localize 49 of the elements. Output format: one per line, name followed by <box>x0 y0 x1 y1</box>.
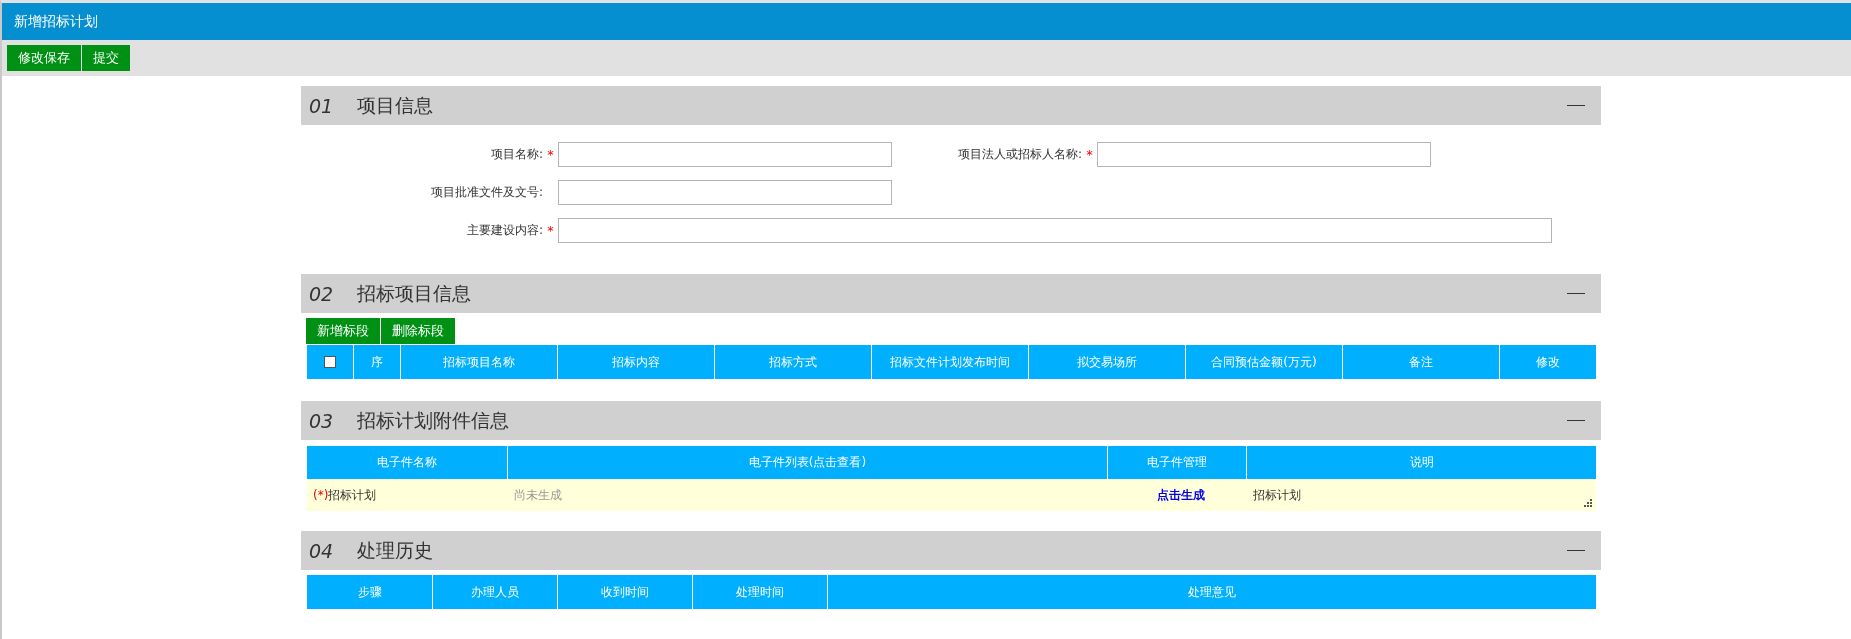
input-field[interactable] <box>558 141 892 167</box>
toolbar-button[interactable]: 删除标段 <box>381 318 455 344</box>
column-header: 招标内容 <box>558 345 715 379</box>
section-title: 项目信息 <box>357 92 434 118</box>
field-label: 项目名称: <box>489 145 543 163</box>
checkbox[interactable] <box>324 356 336 368</box>
column-header: 备注 <box>1343 345 1500 379</box>
section-header[interactable]: 03 招标计划附件信息 <box>301 401 1601 440</box>
column-header: 合同预估金额(万元) <box>1186 345 1343 379</box>
section-title: 招标项目信息 <box>357 280 472 306</box>
column-header: 处理意见 <box>1187 583 1237 601</box>
required-mark: * <box>1085 146 1094 162</box>
window-title: 新增招标计划 <box>2 3 1851 40</box>
column-header: 招标文件计划发布时间 <box>872 345 1029 379</box>
resize-grip-icon <box>1584 499 1592 507</box>
section-title: 招标计划附件信息 <box>357 407 510 433</box>
toolbar-button[interactable]: 提交 <box>82 45 130 71</box>
field-label: 项目法人或招标人名称: <box>956 145 1082 163</box>
input-field[interactable] <box>558 179 892 205</box>
table-cell: (*)招标计划 <box>313 486 377 504</box>
column-header: 步骤 <box>307 575 433 609</box>
section-number: 04 <box>309 539 335 562</box>
toolbar-button[interactable]: 修改保存 <box>7 45 81 71</box>
column-header: 说明 <box>1408 454 1435 471</box>
section-number: 02 <box>309 282 335 305</box>
column-header: 拟交易场所 <box>1029 345 1186 379</box>
column-header: 修改 <box>1535 353 1561 371</box>
toolbar-button[interactable]: 新增标段 <box>306 318 380 344</box>
table-cell: 尚未生成 <box>514 486 562 504</box>
section-number: 03 <box>309 409 335 432</box>
column-header: 序 <box>354 345 401 379</box>
generate-link[interactable]: 点击生成 <box>1156 486 1205 504</box>
required-mark: * <box>546 146 555 162</box>
field-label: 主要建设内容: <box>465 221 543 239</box>
required-mark: * <box>546 222 555 238</box>
input-field[interactable] <box>1097 141 1431 167</box>
section-header[interactable]: 02 招标项目信息 <box>301 274 1601 313</box>
field-label: 项目批准文件及文号: <box>429 183 543 201</box>
column-header: 招标方式 <box>715 345 872 379</box>
column-header: 办理人员 <box>433 575 558 609</box>
column-header: 收到时间 <box>558 575 693 609</box>
section-number: 01 <box>309 94 335 117</box>
column-header: 招标项目名称 <box>401 345 558 379</box>
input-field[interactable] <box>558 217 1552 243</box>
table-cell: 招标计划 <box>1253 486 1301 504</box>
section-header[interactable]: 01 项目信息 <box>301 86 1601 125</box>
column-header: 处理时间 <box>693 575 828 609</box>
section-header[interactable]: 04 处理历史 <box>301 531 1601 570</box>
section-title: 处理历史 <box>357 537 434 563</box>
